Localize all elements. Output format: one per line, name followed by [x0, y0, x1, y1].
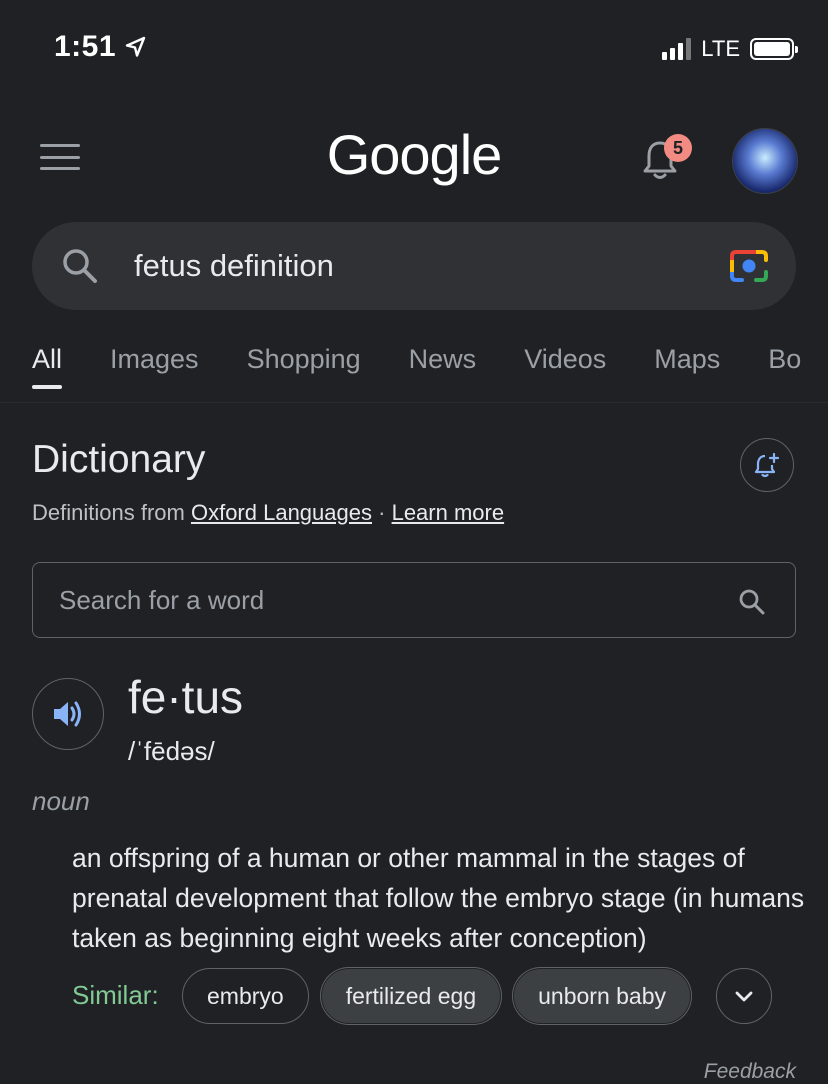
dictionary-source: Definitions from Oxford Languages · Lear… [32, 500, 504, 526]
tab-books[interactable]: Bo [768, 344, 801, 389]
google-lens-icon[interactable] [728, 246, 770, 286]
headword: fe·tus [128, 671, 244, 723]
add-alert-button[interactable] [740, 438, 794, 492]
status-bar-indicators: LTE [662, 36, 798, 62]
search-icon[interactable] [737, 587, 767, 617]
tab-all[interactable]: All [32, 344, 63, 389]
search-input[interactable]: fetus definition [134, 248, 334, 284]
tab-maps[interactable]: Maps [654, 344, 720, 389]
separator: · [378, 500, 386, 525]
tab-videos[interactable]: Videos [524, 344, 606, 389]
network-label: LTE [701, 36, 740, 61]
similar-chips: embryo fertilized egg unborn baby [182, 968, 692, 1024]
search-icon[interactable] [60, 246, 100, 286]
status-bar-time: 1:51 [54, 30, 148, 64]
pronunciation-button[interactable] [32, 678, 104, 750]
similar-chip-fertilized-egg[interactable]: fertilized egg [320, 968, 502, 1024]
tab-images[interactable]: Images [110, 344, 199, 389]
similar-label: Similar: [72, 980, 159, 1010]
definition-text: an offspring of a human or other mammal … [72, 843, 805, 953]
oxford-languages-link[interactable]: Oxford Languages [191, 500, 372, 525]
divider [0, 402, 828, 403]
similar-chip-embryo[interactable]: embryo [182, 968, 309, 1024]
word-search-placeholder[interactable]: Search for a word [59, 585, 264, 616]
word-search-field[interactable]: Search for a word [32, 562, 796, 638]
location-arrow-icon [125, 36, 146, 57]
google-logo[interactable]: Google [0, 122, 828, 187]
battery-icon [750, 38, 798, 60]
chevron-down-icon [735, 991, 753, 1002]
source-prefix: Definitions from [32, 500, 185, 525]
dictionary-title: Dictionary [32, 438, 206, 481]
time-text: 1:51 [54, 30, 117, 63]
similar-chip-unborn-baby[interactable]: unborn baby [513, 968, 692, 1024]
search-bar[interactable]: fetus definition [32, 222, 796, 310]
part-of-speech: noun [32, 786, 90, 816]
tab-strip: All Images Shopping News Videos Maps Bo [0, 340, 828, 400]
expand-similar-button[interactable] [716, 968, 772, 1024]
signal-icon [662, 38, 692, 60]
phonetic: /ˈfēdəs/ [128, 736, 215, 766]
speaker-icon [54, 701, 81, 727]
tab-shopping[interactable]: Shopping [247, 344, 361, 389]
learn-more-link[interactable]: Learn more [392, 500, 505, 525]
notification-badge: 5 [664, 134, 692, 162]
tab-news[interactable]: News [409, 344, 477, 389]
feedback-link[interactable]: Feedback [704, 1060, 796, 1084]
add-alert-icon [754, 452, 780, 478]
avatar[interactable] [732, 128, 798, 194]
